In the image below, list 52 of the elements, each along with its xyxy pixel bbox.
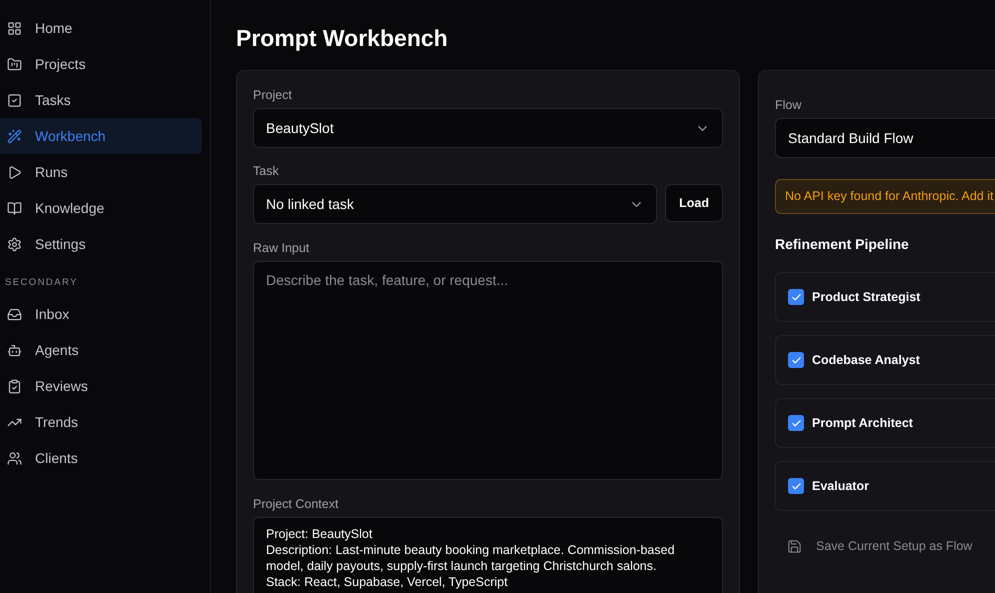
warning-banner: No API key found for Anthropic. Add it (775, 179, 995, 214)
field-label: Flow (775, 97, 802, 113)
sidebar-item[interactable]: Tasks (0, 82, 202, 118)
check-icon (790, 354, 802, 366)
load-button[interactable]: Load (665, 184, 723, 222)
magic-wand-icon (7, 128, 22, 144)
check-icon (790, 480, 802, 492)
step-label: Evaluator (812, 478, 869, 495)
inbox-icon (7, 306, 22, 322)
step-label: Product Strategist (812, 288, 920, 306)
sidebar-item[interactable]: Inbox (0, 296, 202, 332)
project-select[interactable]: BeautySlot (253, 108, 723, 148)
users-icon (7, 450, 22, 466)
folder-icon (7, 56, 22, 72)
task-select[interactable]: No linked task (253, 184, 658, 224)
clipboard-icon (7, 378, 22, 394)
sidebar-item[interactable]: Home (0, 10, 202, 46)
robot-icon (7, 342, 22, 358)
grid-icon (7, 20, 22, 36)
sidebar-item[interactable]: Workbench (0, 118, 202, 154)
check-icon (790, 292, 802, 302)
checkbox[interactable] (788, 478, 804, 494)
checkbox-icon (7, 92, 22, 108)
sidebar-item[interactable]: Projects (0, 46, 202, 82)
checkbox[interactable] (788, 415, 804, 431)
step-label: Prompt Architect (812, 414, 913, 432)
project-context-field[interactable]: Project: BeautySlot Description: Last-minute beauty booking marketplace. Commission-based model, daily payouts, supply-first launch targeting Christchurch salons. Stack: React, Supabase, Vercel, TypeScript (253, 517, 723, 593)
settings-icon (7, 236, 22, 252)
checkbox[interactable] (788, 352, 804, 368)
field-label: Project (253, 87, 293, 103)
book-icon (7, 200, 22, 216)
field-label: Raw Input (253, 240, 310, 256)
check-icon (790, 418, 802, 428)
field-label: Task (253, 163, 280, 179)
save-flow-button[interactable]: Save Current Setup as Flow (787, 537, 972, 556)
section-label: SECONDARY (4, 276, 79, 290)
field-label: Project Context (253, 496, 340, 512)
sidebar-item[interactable]: Runs (0, 154, 202, 190)
step-label: Codebase Analyst (812, 352, 920, 369)
sidebar-item[interactable]: Trends (0, 404, 202, 440)
sidebar-item[interactable]: Clients (0, 440, 202, 476)
save-icon (787, 538, 802, 554)
sidebar-item[interactable]: Knowledge (0, 190, 202, 226)
sidebar-item[interactable]: Agents (0, 332, 202, 368)
play-icon (7, 164, 22, 180)
sidebar-item[interactable]: Reviews (0, 368, 202, 404)
sidebar-item[interactable]: Settings (0, 226, 202, 262)
checkbox[interactable] (788, 289, 804, 305)
section-heading: Refinement Pipeline (775, 235, 910, 254)
page-title: Prompt Workbench (236, 24, 449, 53)
raw-input-field[interactable]: Describe the task, feature, or request... (253, 261, 723, 480)
flow-select[interactable]: Standard Build Flow (775, 118, 995, 158)
